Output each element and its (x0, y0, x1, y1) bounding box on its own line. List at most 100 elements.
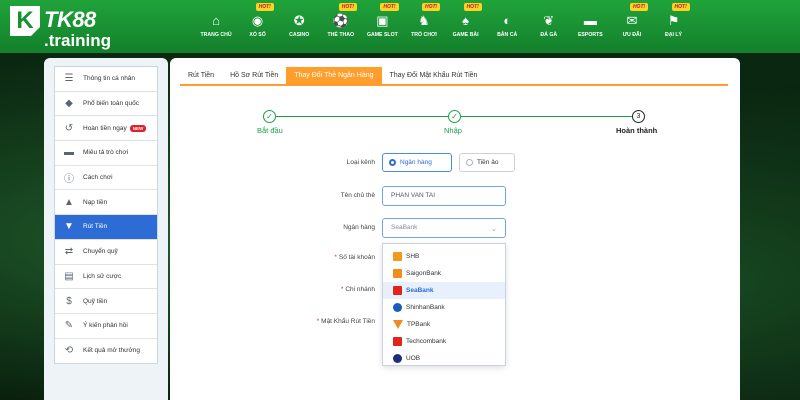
hot-badge: HOT! (421, 3, 441, 11)
nav-item-rooster[interactable]: ❦ Đá gà (529, 0, 569, 53)
step-2-check-icon: ✓ (448, 110, 461, 123)
step-connector-1 (270, 116, 448, 117)
account-sidebar: ☰ Thông tin cá nhân ◆ Phổ biến toàn quốc ↺ Ho… (44, 58, 168, 400)
nav-item-label: Esports (577, 32, 603, 38)
sidebar-item-label: Cách chơi (83, 174, 113, 182)
transfer-icon: ⇄ (64, 246, 74, 258)
results-icon: ⟲ (64, 345, 74, 357)
sidebar-item-label: Thông tin cá nhân (83, 75, 136, 83)
new-badge: NEW (129, 124, 147, 132)
bank-option-shb[interactable]: SHB (383, 248, 505, 265)
cards-icon: ♠ (462, 13, 470, 28)
tab-0[interactable]: Rút Tiền (180, 67, 222, 84)
sidebar-item-label: Lịch sử cược (83, 272, 122, 280)
channel-crypto-radio[interactable]: Tiền ảo (459, 153, 515, 172)
branch-label: * Chi nhánh (265, 286, 375, 293)
bank-select[interactable]: SeaBank ⌄ (382, 218, 506, 238)
radio-dot-icon (466, 159, 473, 166)
nav-item-slot-machine[interactable]: HOT! ▣ Game slot (362, 0, 402, 53)
nav-item-cards[interactable]: HOT! ♠ Game bài (446, 0, 486, 53)
sidebar-item-7[interactable]: ⇄ Chuyển quỹ (55, 240, 157, 265)
sidebar-item-6[interactable]: ▼ Rút Tiền (55, 215, 157, 240)
chess-knight-icon: ♞ (418, 13, 430, 28)
sidebar-item-8[interactable]: ▤ Lịch sử cược (55, 265, 157, 290)
id-card-icon: ☰ (64, 73, 74, 85)
sidebar-item-3[interactable]: ▬ Miêu tả trò chơi (55, 141, 157, 166)
tab-2[interactable]: Thay Đổi Thẻ Ngân Hàng (286, 67, 382, 84)
withdraw-tabs: Rút Tiền Hồ Sơ Rút Tiền Thay Đổi Thẻ Ngân … (180, 67, 728, 86)
card-holder-input[interactable]: PHAN VAN TAI (382, 186, 506, 206)
nav-item-chess-knight[interactable]: HOT! ♞ Trò chơi (404, 0, 444, 53)
nav-item-gift[interactable]: HOT! ✉ Ưu đãi (612, 0, 652, 53)
nav-item-home[interactable]: ⌂ Trang chủ (196, 0, 236, 53)
bank-select-label: Ngân hàng (343, 224, 375, 231)
nav-item-football[interactable]: HOT! ⚽ Thể thao (321, 0, 361, 53)
account-number-label: * Số tài khoản (265, 254, 375, 261)
fund-icon: $ (66, 295, 72, 307)
withdraw-password-text: Mật Khẩu Rút Tiền (321, 318, 375, 325)
step-connector-2 (461, 116, 632, 117)
history-icon: ▤ (64, 270, 74, 282)
bank-option-seabank[interactable]: SeaBank (383, 282, 505, 299)
sidebar-item-0[interactable]: ☰ Thông tin cá nhân (55, 67, 157, 92)
casino-chip-icon: ✪ (293, 13, 305, 28)
sidebar-item-4[interactable]: ⓘ Cách chơi (55, 166, 157, 191)
sidebar-item-5[interactable]: ▲ Nạp tiền (55, 190, 157, 216)
bank-option-label: SHB (406, 253, 420, 260)
hot-badge: HOT! (255, 3, 274, 11)
nav-item-label: Ưu đãi (622, 32, 642, 38)
bank-logo-icon (393, 354, 402, 363)
bank-option-shinhanbank[interactable]: ShinhanBank (383, 299, 505, 316)
tab-1[interactable]: Hồ Sơ Rút Tiền (222, 67, 286, 84)
bank-logo-icon (393, 303, 402, 312)
chevron-down-icon: ⌄ (491, 226, 497, 233)
sidebar-item-2[interactable]: ↺ Hoàn tiền ngay NEW (55, 116, 157, 142)
home-icon: ⌂ (212, 13, 220, 28)
nav-item-label: Game bài (452, 32, 479, 38)
nav-item-agent[interactable]: HOT! ⚑ Đại lý (654, 0, 694, 53)
agent-icon: ⚑ (667, 13, 680, 28)
hot-badge: HOT! (671, 3, 690, 11)
sidebar-item-10[interactable]: ✎ Ý kiến phản hồi (55, 314, 157, 339)
lottery-icon: ◉ (251, 13, 264, 28)
site-logo[interactable]: K TK88 .training (10, 4, 130, 50)
step-3-marker: 3 (632, 110, 645, 123)
sidebar-item-label: Nạp tiền (83, 198, 108, 206)
sidebar-item-label: Rút Tiền (83, 223, 108, 231)
nav-item-lottery[interactable]: HOT! ◉ Xổ số (238, 0, 278, 53)
branch-text: Chi nhánh (345, 286, 375, 293)
tab-3[interactable]: Thay Đổi Mật Khẩu Rút Tiền (382, 67, 486, 84)
nav-item-label: Thể thao (327, 32, 355, 38)
fish-icon: ◐ (503, 13, 512, 28)
piggy-bank-icon: ▲ (64, 196, 74, 208)
channel-bank-radio[interactable]: Ngân hàng (382, 153, 452, 172)
bank-option-saigonbank[interactable]: SaigonBank (383, 265, 505, 282)
bank-option-label: UOB (406, 355, 421, 362)
channel-bank-label: Ngân hàng (400, 159, 432, 166)
nav-item-label: Đá gà (540, 32, 558, 38)
nav-item-casino-chip[interactable]: ✪ Casino (279, 0, 319, 53)
bank-option-techcombank[interactable]: Techcombank (383, 333, 505, 350)
nav-item-fish[interactable]: ◐ Bắn cá (487, 0, 527, 53)
gift-icon: ✉ (626, 13, 638, 28)
sidebar-item-label: Hoàn tiền ngay (83, 124, 127, 132)
gamepad-icon: ▬ (64, 147, 74, 159)
required-mark: * (316, 318, 320, 325)
nav-item-label: Casino (289, 32, 310, 38)
sidebar-item-1[interactable]: ◆ Phổ biến toàn quốc (55, 92, 157, 117)
sidebar-item-11[interactable]: ⟲ Kết quả mở thưởng (55, 339, 157, 364)
withdraw-icon: ▼ (64, 221, 74, 233)
hot-badge: HOT! (380, 3, 399, 11)
diamond-icon: ◆ (65, 98, 73, 110)
progress-steps: ✓ Bắt đầu ✓ Nhập 3 Hoàn thành (170, 108, 740, 138)
nav-item-gamepad[interactable]: ▬ Esports (570, 0, 610, 53)
bank-option-tpbank[interactable]: TPBank (383, 316, 505, 333)
step-1-check-icon: ✓ (263, 110, 276, 123)
main-nav: ⌂ Trang chủ HOT! ◉ Xổ số ✪ Casino HOT! ⚽ Thể thao… (196, 0, 695, 53)
hot-badge: HOT! (463, 3, 482, 11)
sidebar-item-9[interactable]: $ Quỹ tiền (55, 289, 157, 314)
nav-item-label: Bắn cá (497, 32, 518, 38)
rooster-icon: ❦ (543, 13, 555, 28)
bank-option-uob[interactable]: UOB (383, 350, 505, 367)
sidebar-item-label: Miêu tả trò chơi (83, 149, 129, 157)
